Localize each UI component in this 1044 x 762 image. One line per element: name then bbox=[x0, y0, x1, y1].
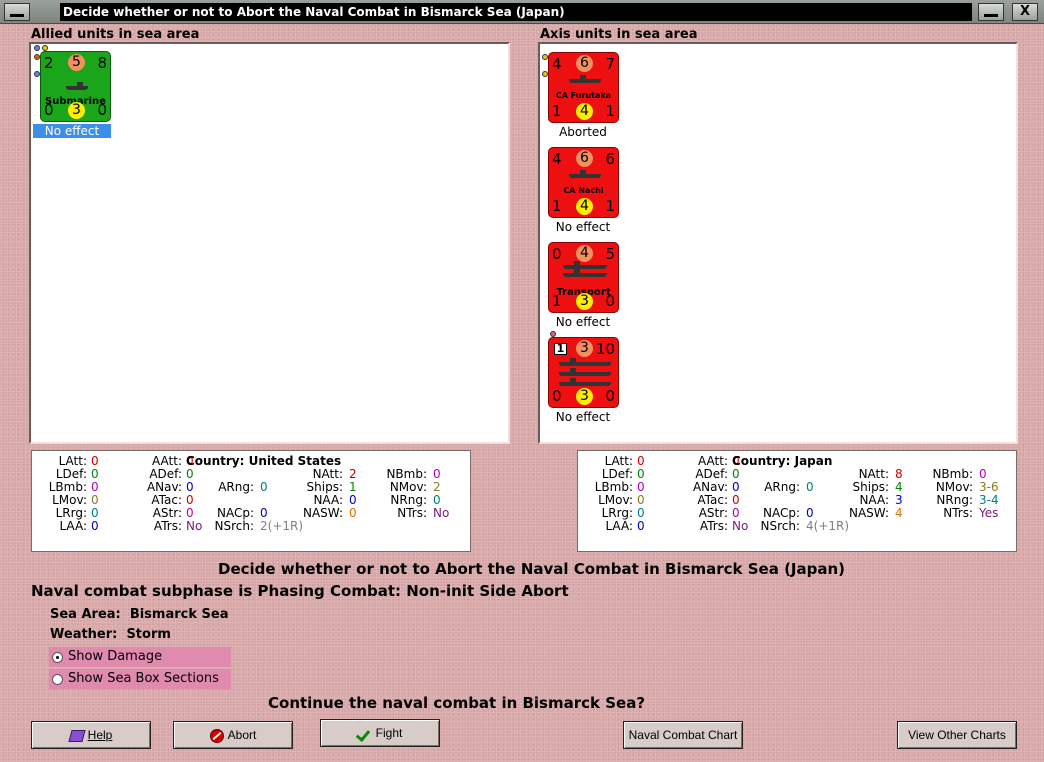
checkmark-icon bbox=[358, 728, 372, 740]
allied-units-label: Allied units in sea area bbox=[31, 27, 200, 42]
weather-value: Storm bbox=[126, 627, 171, 642]
axis-country: Japan bbox=[794, 454, 833, 468]
show-sea-box-radio[interactable] bbox=[52, 674, 63, 685]
unit-counter-submarine[interactable]: 2 5 8 Submarine 0 3 0 bbox=[40, 51, 111, 122]
allied-stats-panel: LAtt: 0 LDef: 0 LBmb: 0 LMov: 0 LRrg: 0 LAA: 0… bbox=[31, 450, 471, 552]
axis-units-panel: 4 6 7 CA Furutaka 1 4 1 Aborted 4 6 6 CA… bbox=[538, 42, 1018, 444]
unit-status: No effect bbox=[555, 315, 611, 329]
unit-status: No effect bbox=[555, 220, 611, 234]
axis-stats-panel: LAtt: 0 LDef: 0 LBmb: 0 LMov: 0 LRrg: 0 LAA: 0… bbox=[577, 450, 1017, 552]
transport-ship-icon bbox=[563, 261, 607, 269]
unit-counter-ca-nachi[interactable]: 4 6 6 CA Nachi 1 4 1 bbox=[548, 147, 619, 218]
allied-country: United States bbox=[248, 454, 342, 468]
show-damage-option[interactable]: Show Damage bbox=[49, 647, 231, 667]
axis-units-label: Axis units in sea area bbox=[540, 27, 698, 42]
sea-area-info: Sea Area: Bismarck Sea bbox=[50, 607, 229, 622]
help-button[interactable]: Help bbox=[31, 721, 151, 749]
unit-status: No effect bbox=[33, 124, 111, 138]
close-icon: X bbox=[1019, 4, 1031, 19]
continue-question: Continue the naval combat in Bismarck Se… bbox=[268, 694, 646, 712]
ship-icon bbox=[559, 358, 611, 366]
view-other-charts-button[interactable]: View Other Charts bbox=[897, 721, 1017, 749]
stack-count: 1 bbox=[554, 343, 567, 355]
abort-icon bbox=[209, 728, 224, 743]
unit-status: No effect bbox=[555, 410, 611, 424]
ship-icon bbox=[559, 378, 611, 386]
cruiser-icon bbox=[569, 75, 601, 83]
abort-button[interactable]: Abort bbox=[173, 721, 293, 749]
selected-marker-icon bbox=[34, 45, 40, 51]
page-heading: Decide whether or not to Abort the Naval… bbox=[218, 560, 846, 578]
weather-info: Weather: Storm bbox=[50, 627, 171, 642]
ship-icon bbox=[559, 368, 611, 376]
window-title: Decide whether or not to Abort the Naval… bbox=[60, 3, 972, 21]
unit-counter-transport[interactable]: 0 4 5 Transport 1 3 0 bbox=[548, 242, 619, 313]
naval-combat-chart-button[interactable]: Naval Combat Chart bbox=[623, 721, 743, 749]
cruiser-icon bbox=[569, 170, 601, 178]
submarine-icon bbox=[66, 82, 88, 90]
unit-counter-stack[interactable]: 1 3 10 0 3 0 bbox=[548, 337, 619, 408]
allied-units-panel: 2 5 8 Submarine 0 3 0 No effect bbox=[29, 42, 510, 444]
subphase-text: Naval combat subphase is Phasing Combat:… bbox=[31, 582, 569, 600]
help-book-icon bbox=[68, 729, 86, 742]
title-bar: Decide whether or not to Abort the Naval… bbox=[0, 0, 1044, 24]
show-damage-radio[interactable] bbox=[52, 652, 63, 663]
minimize-button[interactable] bbox=[4, 3, 30, 21]
fight-button[interactable]: Fight bbox=[320, 719, 440, 747]
minimize-icon bbox=[984, 14, 998, 17]
transport-ship-icon bbox=[563, 269, 607, 277]
sea-area-value: Bismarck Sea bbox=[129, 607, 229, 622]
unit-status: Aborted bbox=[559, 125, 607, 139]
minimize-icon bbox=[10, 14, 24, 17]
show-sea-box-option[interactable]: Show Sea Box Sections bbox=[49, 669, 231, 689]
unit-counter-ca-furutaka[interactable]: 4 6 7 CA Furutaka 1 4 1 bbox=[548, 52, 619, 123]
close-button[interactable]: X bbox=[1012, 3, 1038, 21]
minimize-button-right[interactable] bbox=[978, 3, 1004, 21]
